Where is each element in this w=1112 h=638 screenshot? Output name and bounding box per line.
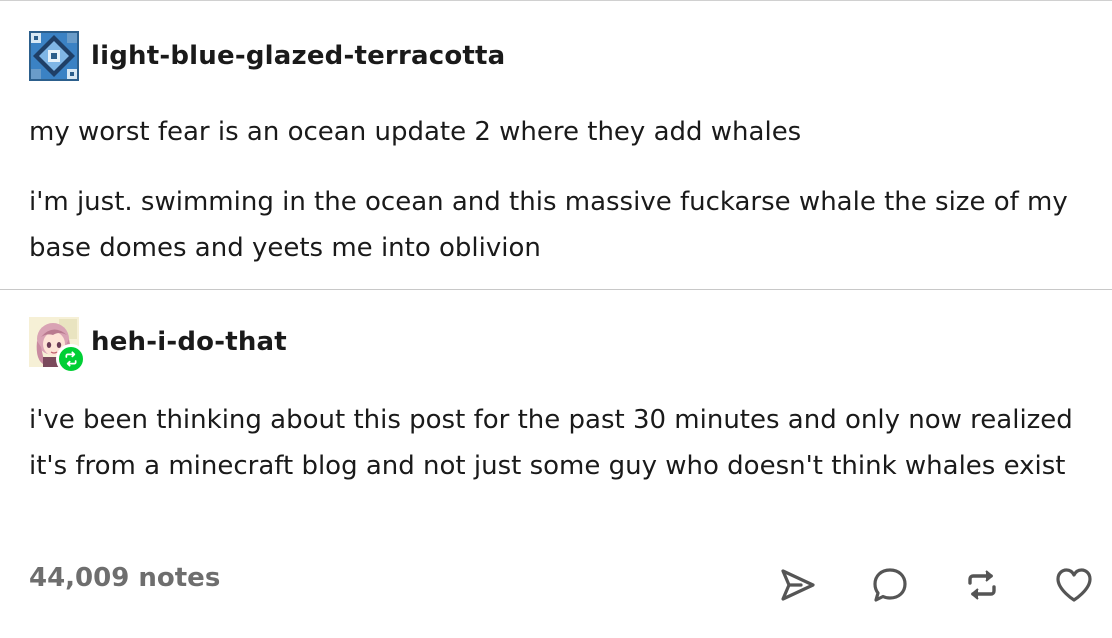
post-author: light-blue-glazed-terracotta bbox=[29, 31, 505, 81]
post-body: my worst fear is an ocean update 2 where… bbox=[29, 109, 1089, 271]
post-author: heh-i-do-that bbox=[29, 317, 287, 374]
reblog-icon bbox=[65, 351, 77, 367]
post-footer: 44,009 notes bbox=[0, 541, 1112, 638]
username[interactable]: light-blue-glazed-terracotta bbox=[91, 41, 505, 71]
like-button[interactable] bbox=[1050, 561, 1098, 609]
reply-icon bbox=[873, 568, 907, 602]
reblog-entry: heh-i-do-that i've been thinking about t… bbox=[0, 289, 1112, 541]
glazed-terracotta-block-icon bbox=[29, 31, 79, 81]
avatar[interactable] bbox=[29, 31, 79, 81]
share-button[interactable] bbox=[774, 561, 822, 609]
post-paragraph: i'm just. swimming in the ocean and this… bbox=[29, 187, 1068, 263]
post-actions bbox=[774, 561, 1098, 609]
tumblr-post: light-blue-glazed-terracotta my worst fe… bbox=[0, 0, 1112, 637]
like-icon bbox=[1056, 568, 1092, 602]
username[interactable]: heh-i-do-that bbox=[91, 327, 287, 357]
share-icon bbox=[781, 569, 815, 601]
avatar[interactable] bbox=[29, 317, 86, 374]
reblog-entry: light-blue-glazed-terracotta my worst fe… bbox=[0, 1, 1112, 289]
notes-count[interactable]: 44,009 notes bbox=[29, 563, 220, 593]
post-paragraph: i've been thinking about this post for t… bbox=[29, 405, 1073, 481]
reblog-icon bbox=[968, 570, 996, 600]
reblog-badge bbox=[56, 344, 86, 374]
post-body: i've been thinking about this post for t… bbox=[29, 397, 1089, 489]
reblog-button[interactable] bbox=[958, 561, 1006, 609]
post-paragraph: my worst fear is an ocean update 2 where… bbox=[29, 117, 802, 147]
reply-button[interactable] bbox=[866, 561, 914, 609]
